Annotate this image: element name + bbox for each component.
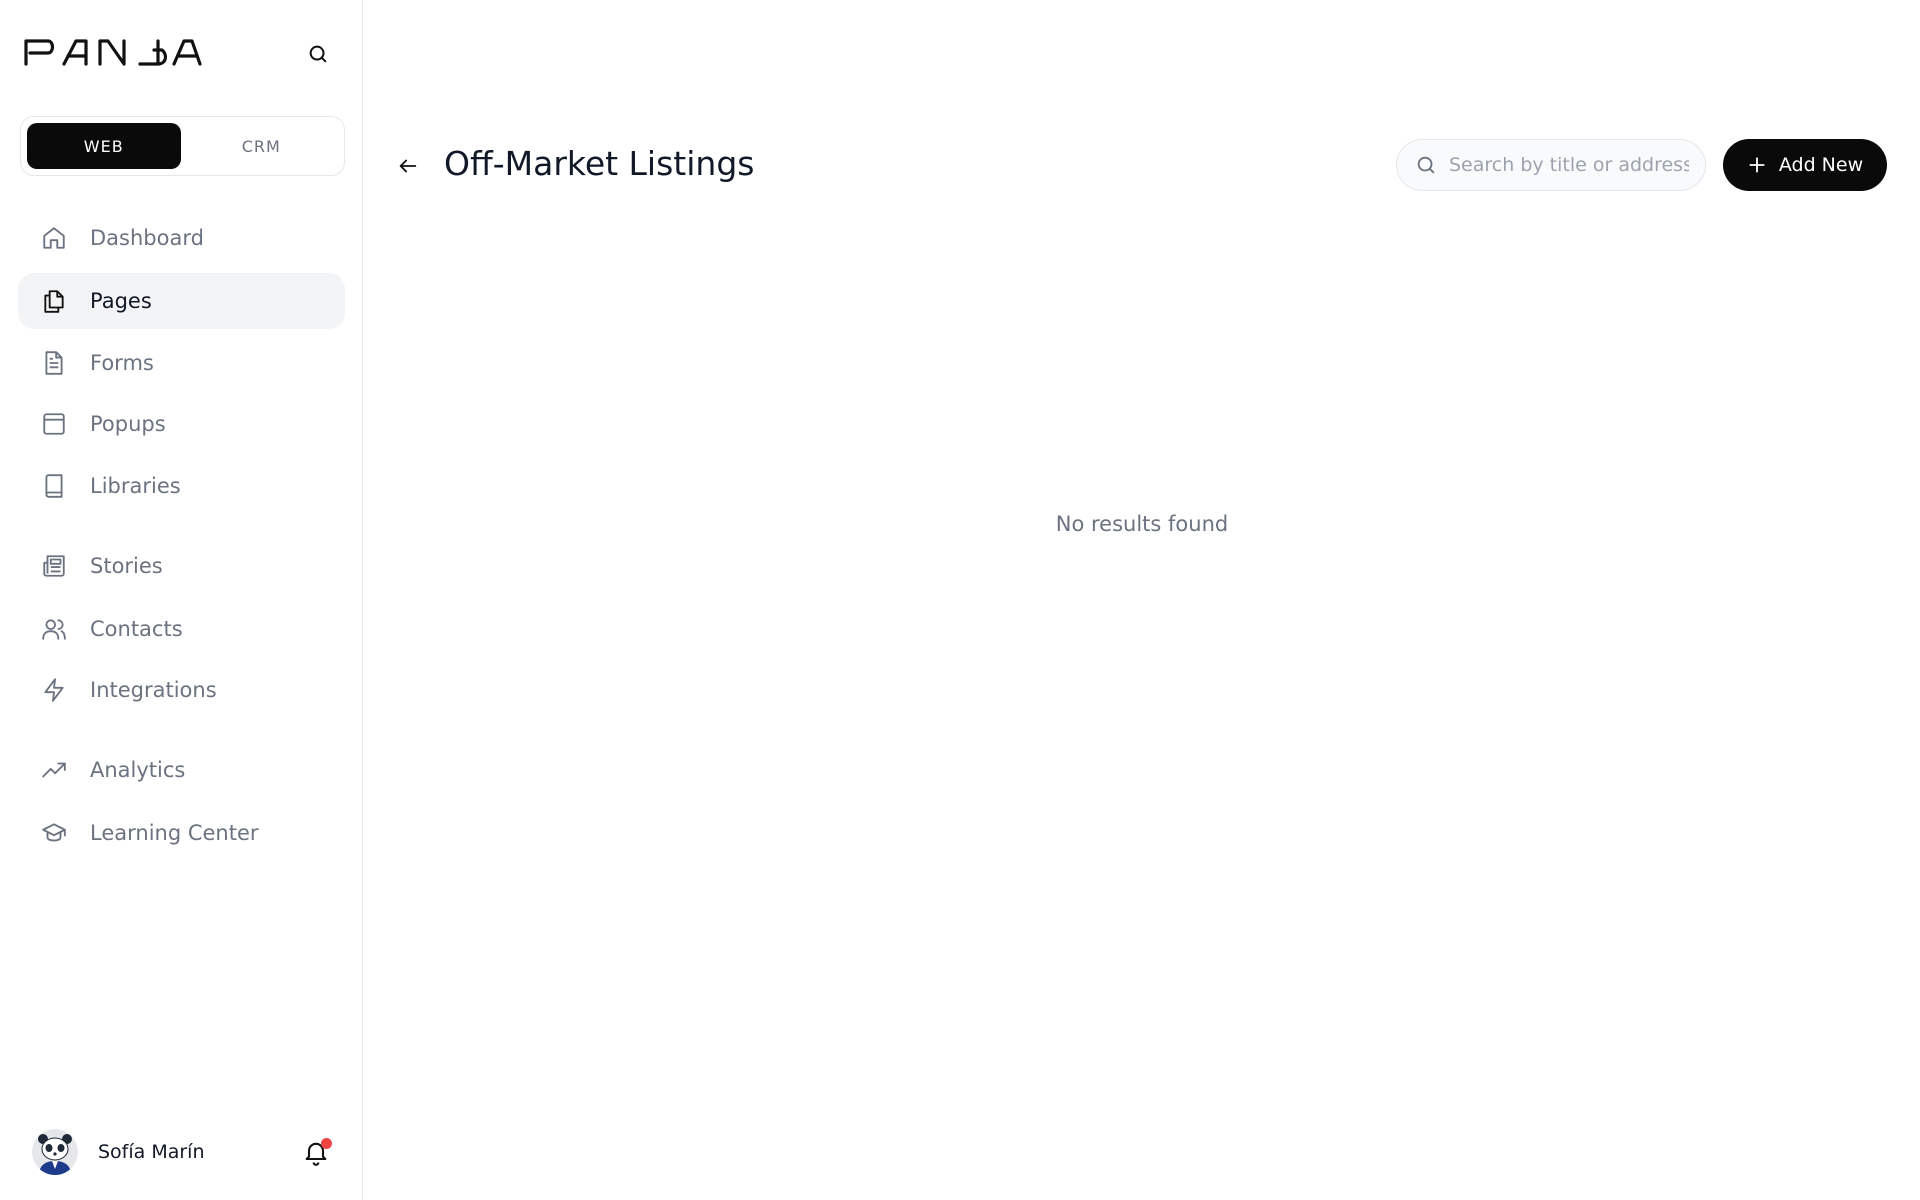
sidebar: WEB CRM Dashboard Pages Forms Popups Lib…: [0, 0, 363, 1200]
home-icon: [40, 224, 68, 252]
window-icon: [40, 410, 68, 438]
sidebar-item-label: Integrations: [90, 678, 217, 702]
lightning-icon: [40, 676, 68, 704]
graduation-cap-icon: [40, 819, 68, 847]
sidebar-item-label: Libraries: [90, 474, 181, 498]
notification-bell-icon[interactable]: [302, 1138, 332, 1168]
avatar[interactable]: [32, 1129, 78, 1175]
sidebar-item-label: Dashboard: [90, 226, 204, 250]
sidebar-item-label: Pages: [90, 289, 152, 313]
sidebar-item-popups[interactable]: Popups: [18, 396, 345, 452]
sidebar-item-label: Forms: [90, 351, 154, 375]
page-title: Off-Market Listings: [444, 144, 755, 183]
search-field: [1396, 139, 1706, 191]
sidebar-item-label: Contacts: [90, 617, 183, 641]
sidebar-item-pages[interactable]: Pages: [18, 273, 345, 329]
search-input[interactable]: [1449, 154, 1689, 176]
users-icon: [40, 615, 68, 643]
add-new-label: Add New: [1778, 154, 1864, 176]
user-profile[interactable]: Sofía Marín: [32, 1128, 337, 1176]
main-content: Off-Market Listings Add New No results f…: [364, 0, 1920, 1200]
sidebar-item-contacts[interactable]: Contacts: [18, 601, 345, 657]
sidebar-item-integrations[interactable]: Integrations: [18, 662, 345, 718]
search-icon: [1417, 156, 1435, 174]
pages-icon: [40, 287, 68, 315]
sidebar-item-label: Learning Center: [90, 821, 259, 845]
notification-dot: [321, 1138, 332, 1149]
mode-crm-button[interactable]: CRM: [185, 123, 339, 169]
back-arrow-icon[interactable]: [394, 152, 422, 180]
book-icon: [40, 472, 68, 500]
plus-icon: [1749, 157, 1765, 173]
sidebar-item-analytics[interactable]: Analytics: [18, 742, 345, 798]
mode-web-button[interactable]: WEB: [27, 123, 181, 169]
sidebar-item-stories[interactable]: Stories: [18, 538, 345, 594]
empty-state-message: No results found: [1055, 512, 1229, 536]
sidebar-item-label: Popups: [90, 412, 166, 436]
sidebar-item-libraries[interactable]: Libraries: [18, 458, 345, 514]
sidebar-item-label: Analytics: [90, 758, 186, 782]
sidebar-item-learning-center[interactable]: Learning Center: [18, 805, 345, 861]
sidebar-item-label: Stories: [90, 554, 163, 578]
sidebar-item-forms[interactable]: Forms: [18, 335, 345, 391]
add-new-button[interactable]: Add New: [1723, 139, 1887, 191]
newspaper-icon: [40, 552, 68, 580]
sidebar-item-dashboard[interactable]: Dashboard: [18, 210, 345, 266]
document-icon: [40, 349, 68, 377]
search-icon[interactable]: [306, 42, 330, 66]
panda-logo[interactable]: [24, 38, 202, 66]
user-name: Sofía Marín: [98, 1141, 205, 1163]
trend-up-icon: [40, 756, 68, 784]
mode-toggle: WEB CRM: [20, 116, 345, 176]
